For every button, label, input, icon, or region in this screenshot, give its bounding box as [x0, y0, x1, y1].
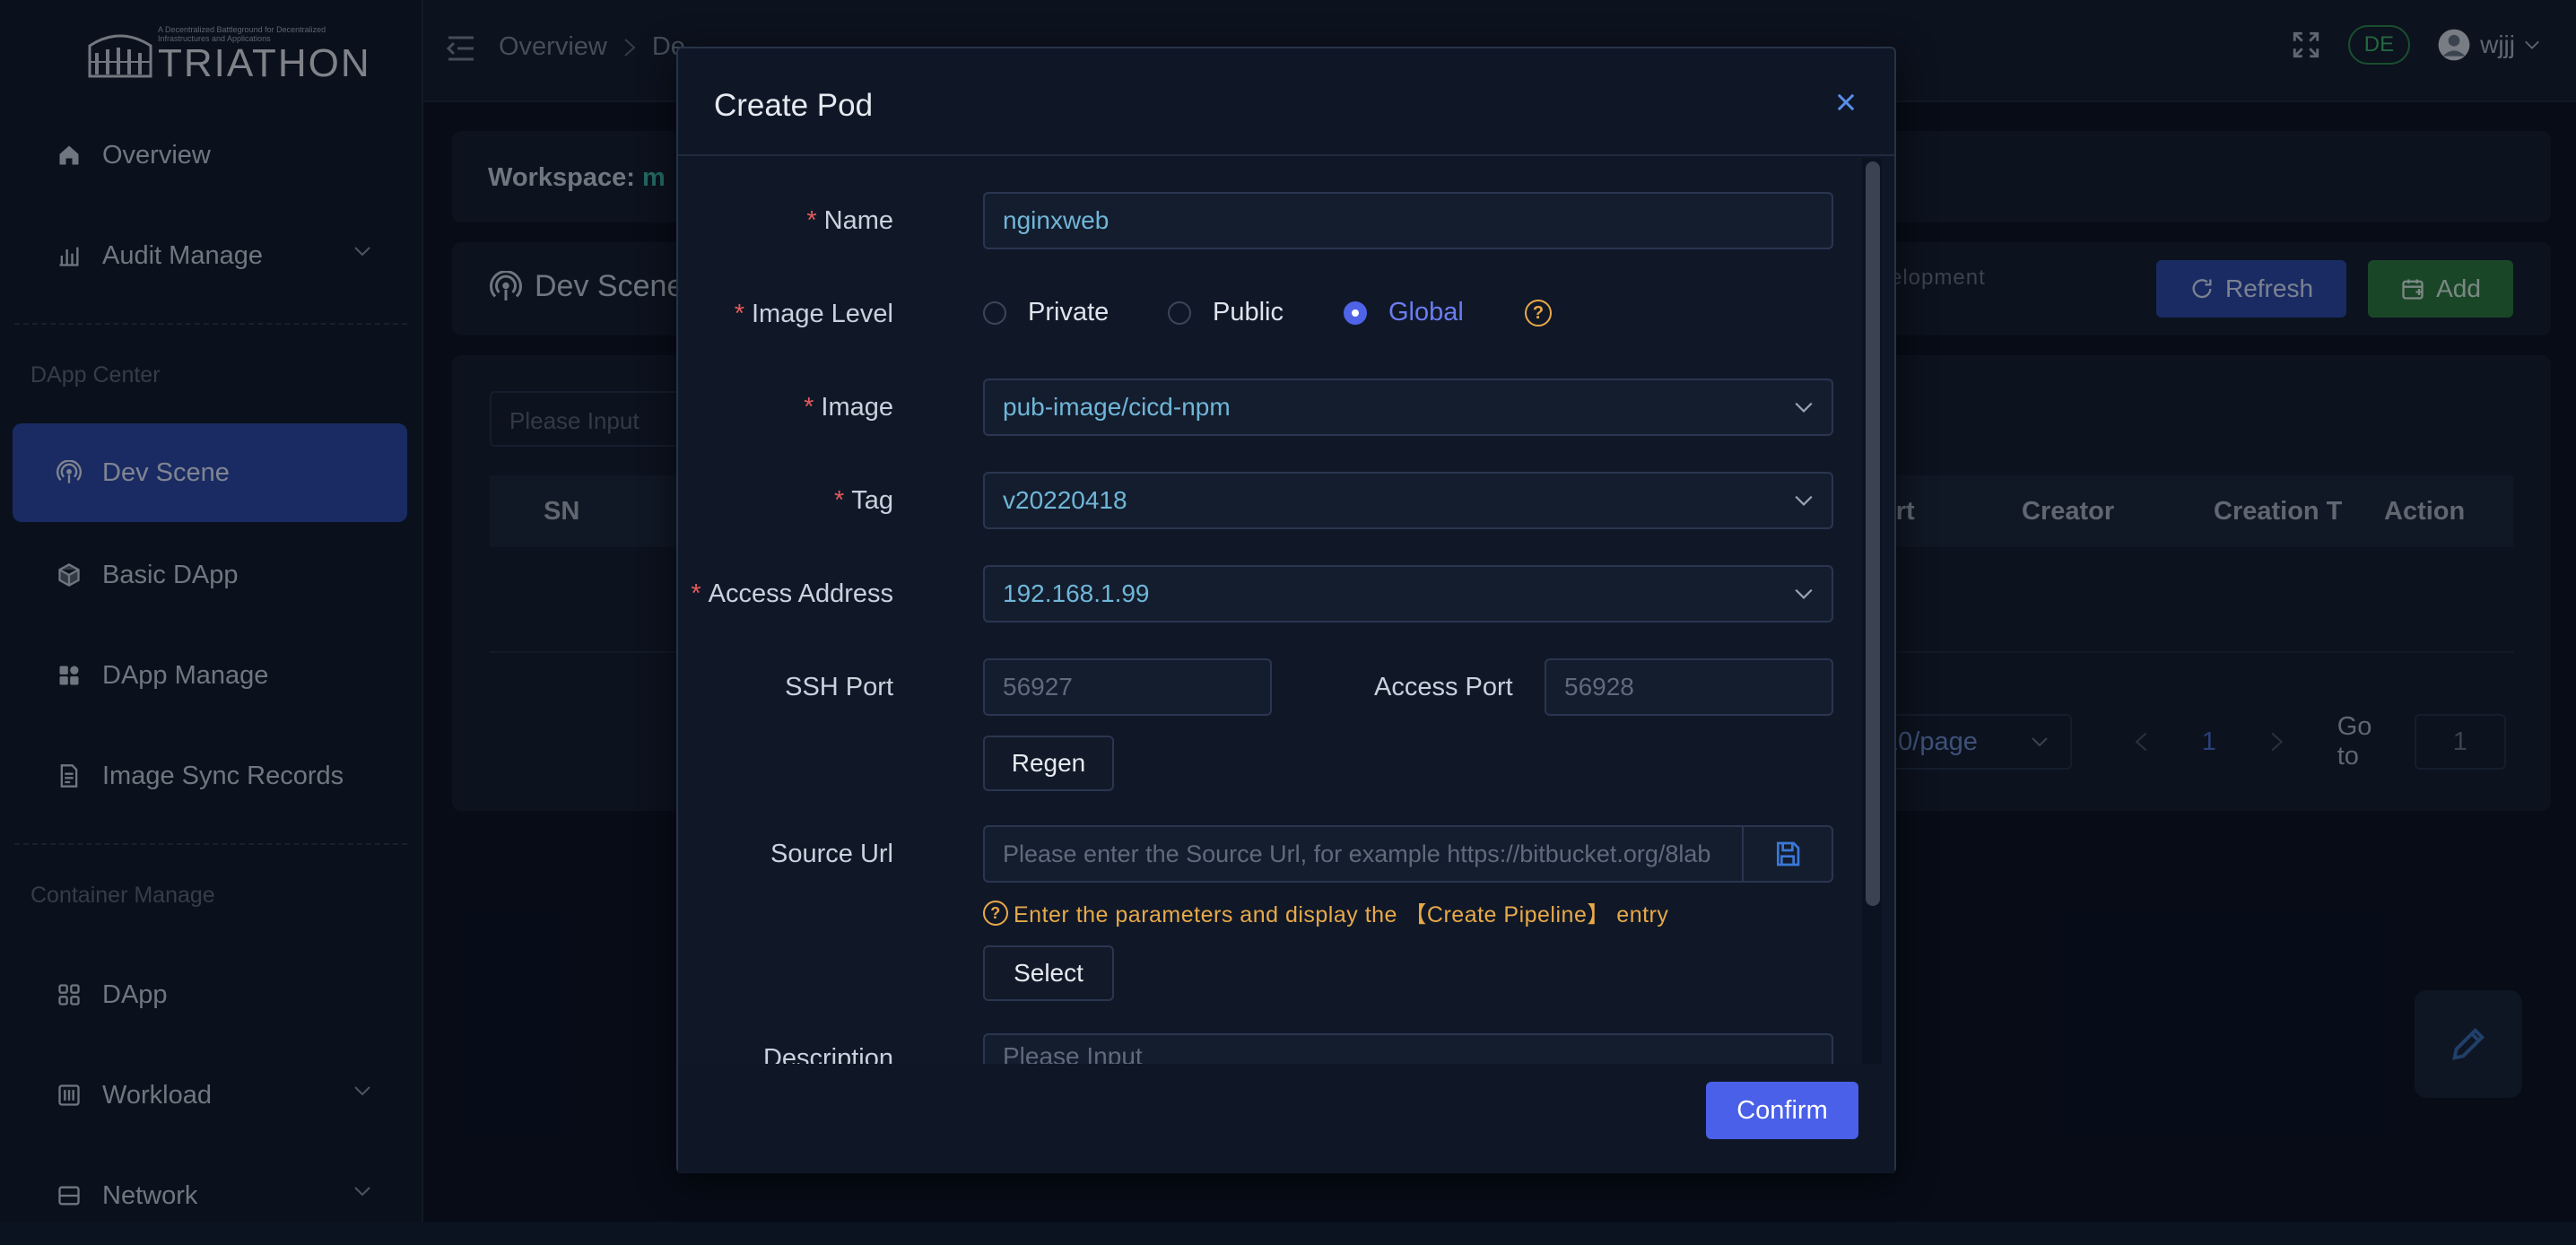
source-url-label: Source Url — [770, 840, 893, 868]
confirm-button[interactable]: Confirm — [1706, 1082, 1858, 1139]
tag-label: * Tag — [833, 486, 893, 515]
chevron-down-icon — [1795, 588, 1813, 599]
description-input[interactable]: Please Input — [983, 1033, 1833, 1064]
access-port-input[interactable]: 56928 — [1545, 658, 1833, 716]
access-address-select[interactable]: 192.168.1.99 — [983, 565, 1833, 622]
radio-global[interactable]: Global — [1344, 298, 1464, 327]
source-url-hint: ? Enter the parameters and display the 【… — [983, 897, 1668, 929]
tag-select-value: v20220418 — [1003, 486, 1127, 514]
image-label: * Image — [804, 393, 893, 422]
description-label: Description — [762, 1044, 893, 1064]
image-select[interactable]: pub-image/cicd-npm — [983, 379, 1833, 436]
help-icon[interactable]: ? — [1525, 300, 1552, 326]
access-port-label: Access Port — [1374, 673, 1513, 701]
radio-private[interactable]: Private — [983, 298, 1109, 327]
dialog-header: Create Pod — [678, 48, 1894, 156]
name-input[interactable]: nginxweb — [983, 192, 1833, 249]
image-level-label: * Image Level — [734, 300, 893, 328]
hint-text: Enter the parameters and display the 【Cr… — [1014, 902, 1669, 927]
access-address-label: * Access Address — [691, 579, 893, 608]
dialog-body: * Name nginxweb * Image Level Private Publ… — [678, 158, 1871, 1064]
chevron-down-icon — [1795, 495, 1813, 506]
access-address-value: 192.168.1.99 — [1003, 579, 1150, 607]
radio-public[interactable]: Public — [1168, 298, 1284, 327]
close-icon[interactable] — [1833, 90, 1858, 115]
radio-dot — [983, 300, 1006, 325]
create-pod-dialog: Create Pod * Name nginxweb * Image Level P… — [676, 47, 1896, 1173]
ssh-port-input[interactable]: 56927 — [983, 658, 1272, 716]
scrollbar-thumb[interactable] — [1866, 161, 1880, 906]
source-url-save-button[interactable] — [1742, 825, 1833, 883]
image-select-value: pub-image/cicd-npm — [1003, 393, 1231, 421]
name-label: * Name — [806, 206, 893, 235]
dialog-title: Create Pod — [714, 88, 874, 123]
select-button[interactable]: Select — [983, 945, 1114, 1001]
source-url-input[interactable]: Please enter the Source Url, for example… — [983, 825, 1744, 883]
save-icon — [1777, 841, 1800, 866]
radio-dot — [1344, 300, 1367, 325]
regen-button[interactable]: Regen — [983, 736, 1114, 791]
dialog-footer: Confirm — [678, 1066, 1894, 1173]
ssh-port-label: SSH Port — [785, 673, 893, 701]
radio-dot — [1168, 300, 1191, 325]
chevron-down-icon — [1795, 402, 1813, 413]
help-icon: ? — [983, 901, 1008, 926]
tag-select[interactable]: v20220418 — [983, 472, 1833, 529]
